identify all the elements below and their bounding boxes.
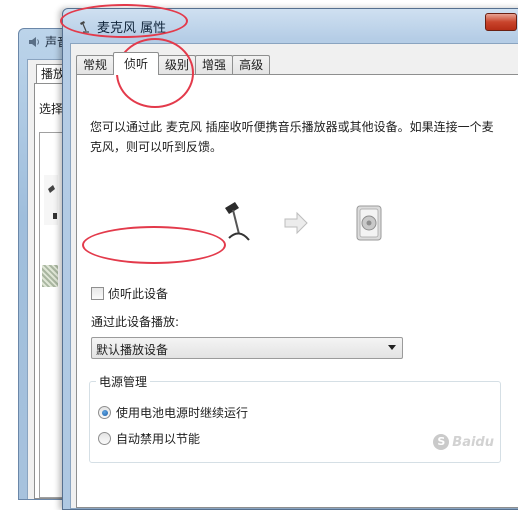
power-option-continue[interactable]: 使用电池电源时继续运行: [98, 404, 248, 421]
continue-on-battery-label: 使用电池电源时继续运行: [116, 406, 249, 420]
speaker-icon: [29, 36, 39, 47]
tab-enhancements[interactable]: 增强: [195, 55, 234, 75]
listen-description: 您可以通过此 麦克风 插座收听便携音乐播放器或其他设备。如果连接一个麦克风，则可…: [90, 120, 494, 154]
dialog-title: 麦克风 属性: [97, 21, 167, 36]
listen-to-device-label: 侦听此设备: [108, 287, 169, 301]
microphone-icon: [225, 202, 250, 241]
tab-general[interactable]: 常规: [76, 55, 115, 75]
listen-to-device-checkbox[interactable]: [91, 287, 104, 300]
chevron-down-icon: [388, 345, 396, 350]
power-management-legend: 电源管理: [96, 373, 151, 390]
arrow-right-icon: [284, 211, 308, 235]
microphone-icon: [80, 20, 89, 33]
background-device-item-2[interactable]: [42, 265, 58, 287]
dialog-titlebar: 麦克风 属性: [77, 17, 166, 36]
playback-device-value: 默认播放设备: [96, 343, 169, 357]
auto-disable-radio[interactable]: [98, 432, 111, 445]
headset-icon: [48, 185, 57, 219]
close-button[interactable]: [485, 13, 517, 31]
tab-strip: 常规 侦听 级别 增强 高级: [76, 52, 271, 75]
tab-advanced[interactable]: 高级: [232, 55, 271, 75]
background-device-item[interactable]: [44, 175, 58, 225]
tab-levels[interactable]: 级别: [158, 55, 197, 75]
tab-listen[interactable]: 侦听: [113, 52, 160, 75]
playback-device-select[interactable]: 默认播放设备: [91, 337, 403, 359]
playback-through-label: 通过此设备播放:: [91, 315, 180, 329]
listen-to-device-option[interactable]: 侦听此设备: [91, 285, 168, 302]
speaker-device-icon: [356, 205, 382, 241]
watermark-logo: S Baidu: [433, 434, 494, 450]
listen-illustration: [225, 202, 382, 241]
power-option-disable[interactable]: 自动禁用以节能: [98, 430, 200, 447]
background-select-label: 选择: [39, 102, 64, 116]
power-management-group: 电源管理 使用电池电源时继续运行 自动禁用以节能: [89, 373, 501, 463]
auto-disable-label: 自动禁用以节能: [116, 432, 201, 446]
continue-on-battery-radio[interactable]: [98, 406, 111, 419]
